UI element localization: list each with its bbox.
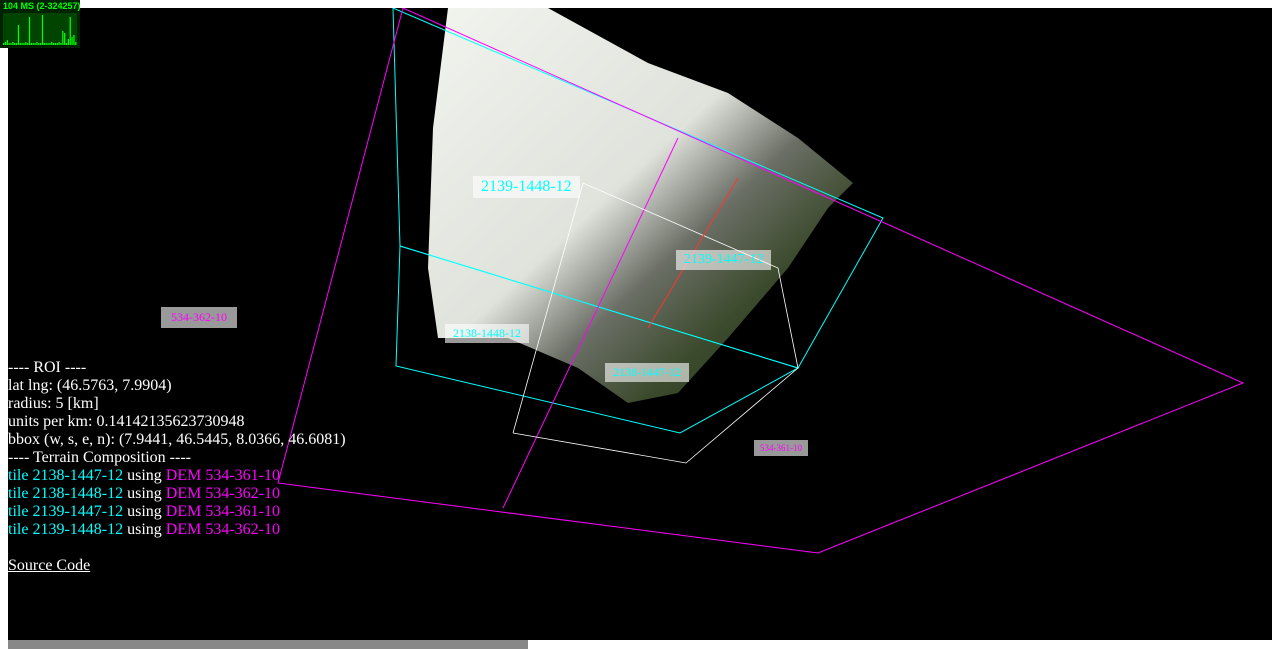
stats-bar [38, 43, 40, 45]
stats-bar [19, 43, 21, 45]
stats-bar [8, 43, 10, 45]
source-code-link[interactable]: Source Code [8, 557, 90, 574]
stats-bar [58, 42, 60, 45]
info-panel: ---- ROI ---- lat lng: (46.5763, 7.9904)… [8, 359, 346, 575]
using: using [123, 503, 166, 520]
terrain-mesh [428, 8, 853, 403]
stats-bar [3, 43, 5, 45]
stats-bar [56, 43, 58, 45]
stats-bar [45, 43, 47, 45]
stats-bar [47, 43, 49, 45]
stats-bar [32, 43, 34, 45]
stats-bar [10, 43, 12, 45]
tile-id: tile 2138-1447-12 [8, 467, 124, 484]
tile-row: tile 2138-1448-12 using DEM 534-362-10 [8, 485, 346, 503]
stats-bar [62, 31, 64, 45]
stats-text: 104 MS (2-324257) [3, 1, 81, 11]
tile-label-2139-1448-12: 2139-1448-12 [473, 176, 580, 198]
stats-bar [52, 43, 55, 45]
tile-row: tile 2138-1447-12 using DEM 534-361-10 [8, 467, 346, 485]
stats-bar [25, 42, 27, 45]
tile-id: tile 2139-1448-12 [8, 521, 124, 538]
stats-bar [6, 40, 8, 45]
tile-row: tile 2139-1448-12 using DEM 534-362-10 [8, 521, 346, 539]
dem-id: DEM 534-361-10 [165, 467, 280, 484]
using: using [123, 521, 166, 538]
roi-header: ---- ROI ---- [8, 359, 87, 376]
dem-id: DEM 534-362-10 [165, 521, 280, 538]
stats-bar [17, 25, 20, 45]
latlng: lat lng: (46.5763, 7.9904) [8, 377, 172, 394]
stats-bar [69, 17, 71, 45]
stats-bar [12, 42, 14, 45]
using: using [123, 485, 166, 502]
stats-bar [23, 43, 25, 45]
dem-id: DEM 534-361-10 [165, 503, 280, 520]
tile-id: tile 2138-1448-12 [8, 485, 124, 502]
stats-bar [64, 33, 66, 45]
bbox: bbox (w, s, e, n): (7.9441, 46.5445, 8.0… [8, 431, 346, 448]
tile-id: tile 2139-1447-12 [8, 503, 124, 520]
stats-bar [41, 15, 44, 45]
stats-bar [14, 43, 16, 45]
stats-bar [71, 37, 73, 45]
stats-bar [28, 17, 31, 45]
dem-label-534-361-10: 534-361-10 [754, 440, 808, 456]
stats-bar [40, 43, 42, 45]
units-per-km: units per km: 0.14142135623730948 [8, 413, 245, 430]
radius: radius: 5 [km] [8, 395, 99, 412]
stats-bar [4, 42, 7, 45]
stats-bar [15, 43, 18, 45]
tile-label-2139-1447-12: 2139-1447-12 [676, 250, 772, 270]
stats-bar [75, 42, 77, 45]
stats-bar [51, 42, 53, 45]
stats-bar [65, 43, 68, 45]
stats-bar [73, 35, 75, 45]
dem-label-534-362-10: 534-362-10 [161, 307, 237, 328]
stats-bar [49, 43, 51, 45]
stats-bar [43, 43, 45, 45]
terrain-header: ---- Terrain Composition ---- [8, 449, 191, 466]
stats-bar [54, 43, 57, 45]
tile-row: tile 2139-1447-12 using DEM 534-361-10 [8, 503, 346, 521]
stats-bar [67, 39, 69, 45]
stats-bar [27, 43, 29, 45]
fps-stats-panel[interactable]: 104 MS (2-324257) [0, 0, 81, 48]
stats-bar [34, 43, 36, 45]
stats-bar [60, 43, 62, 45]
stats-bar [36, 42, 38, 45]
stats-bar [21, 43, 23, 45]
tile-label-2138-1447-12: 2138-1447-12 [605, 363, 689, 382]
tile-label-2138-1448-12: 2138-1448-12 [445, 324, 529, 343]
horizontal-scrollbar[interactable] [8, 640, 528, 649]
using: using [123, 467, 166, 484]
dem-id: DEM 534-362-10 [165, 485, 280, 502]
stats-bar [30, 43, 32, 45]
stats-graph [3, 13, 77, 45]
